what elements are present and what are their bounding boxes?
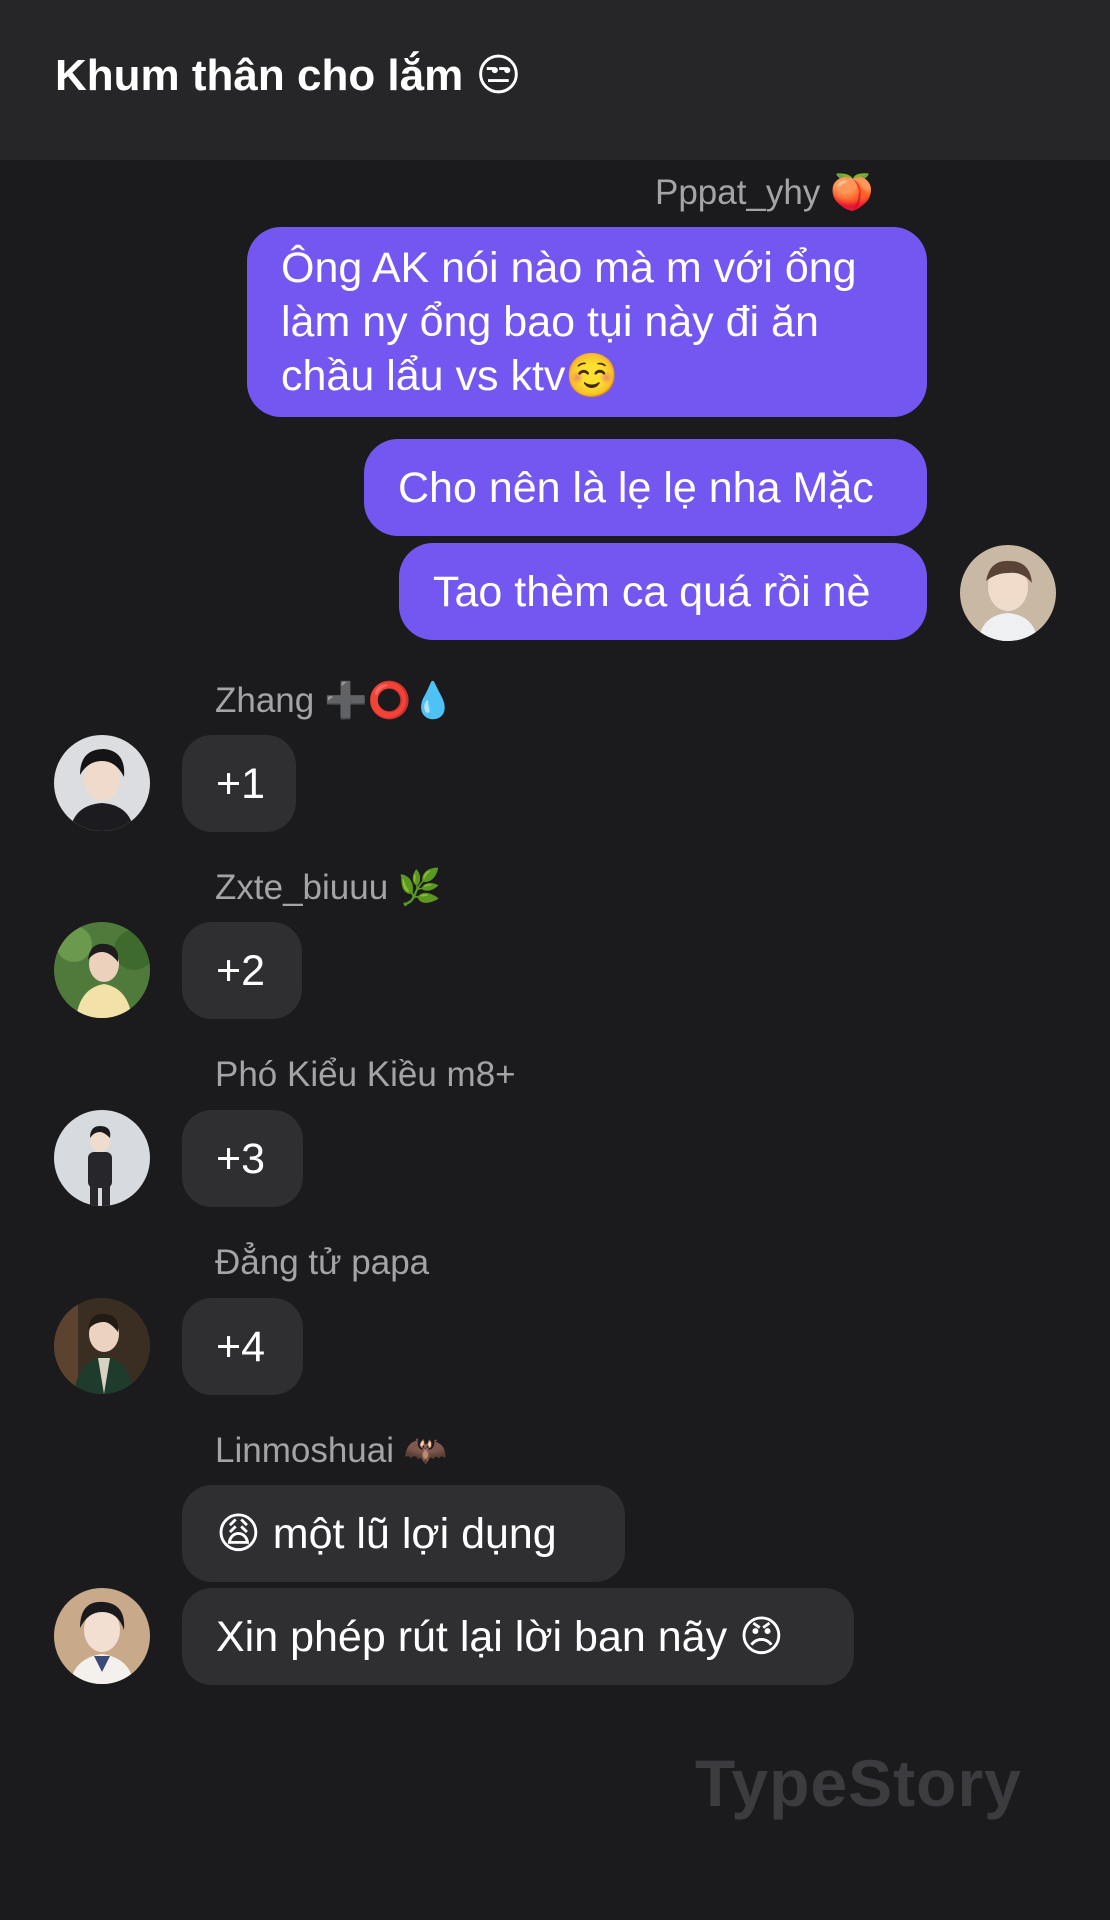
avatar-linmoshuai[interactable] bbox=[54, 1588, 150, 1684]
sender-name-linmoshuai: Linmoshuai 🦇 bbox=[215, 1431, 448, 1470]
avatar-pho-kieu-kieu[interactable] bbox=[54, 1110, 150, 1206]
sender-name-pho-kieu-kieu: Phó Kiểu Kiều m8+ bbox=[215, 1055, 516, 1094]
sender-name-zhang: Zhang ➕⭕️💧 bbox=[215, 681, 455, 720]
sender-name-zxte: Zxte_biuuu 🌿 bbox=[215, 868, 442, 907]
message-bubble-incoming[interactable]: +3 bbox=[182, 1110, 303, 1207]
avatar-image bbox=[54, 1298, 150, 1394]
chat-title: Khum thân cho lắm 😒 bbox=[55, 51, 522, 100]
message-bubble-outgoing[interactable]: Tao thèm ca quá rồi nè bbox=[399, 543, 927, 640]
avatar-dang-tu-papa[interactable] bbox=[54, 1298, 150, 1394]
avatar-zhang[interactable] bbox=[54, 735, 150, 831]
message-bubble-outgoing[interactable]: Cho nên là lẹ lẹ nha Mặc bbox=[364, 439, 927, 536]
message-bubble-incoming[interactable]: 😩 một lũ lợi dụng bbox=[182, 1485, 625, 1582]
sender-name-pppat: Pppat_yhy 🍑 bbox=[655, 173, 874, 212]
message-bubble-incoming[interactable]: +1 bbox=[182, 735, 296, 832]
message-bubble-incoming[interactable]: +4 bbox=[182, 1298, 303, 1395]
avatar-image bbox=[54, 1588, 150, 1684]
typestory-watermark: TypeStory bbox=[695, 1746, 1022, 1820]
message-bubble-incoming[interactable]: Xin phép rút lại lời ban nãy 😠 bbox=[182, 1588, 854, 1685]
chat-header: Khum thân cho lắm 😒 bbox=[0, 0, 1110, 160]
sender-name-dang-tu-papa: Đẳng tử papa bbox=[215, 1243, 430, 1282]
avatar-image bbox=[54, 1110, 150, 1206]
message-bubble-incoming[interactable]: +2 bbox=[182, 922, 302, 1019]
message-bubble-outgoing[interactable]: Ông AK nói nào mà m với ổng làm ny ổng b… bbox=[247, 227, 927, 417]
avatar-image bbox=[54, 735, 150, 831]
avatar-pppat[interactable] bbox=[960, 545, 1056, 641]
avatar-image bbox=[54, 922, 150, 1018]
avatar-zxte[interactable] bbox=[54, 922, 150, 1018]
avatar-image bbox=[960, 545, 1056, 641]
